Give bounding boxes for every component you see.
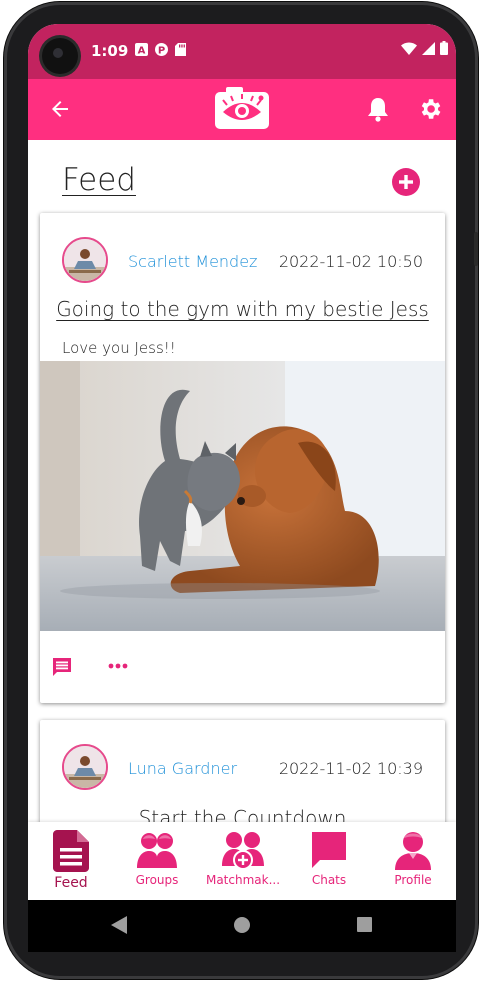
bell-icon[interactable] [367, 96, 389, 122]
gear-icon[interactable] [417, 96, 443, 122]
system-back-icon[interactable] [111, 916, 127, 934]
app-a-icon: A [135, 43, 148, 56]
more-horizontal-icon[interactable] [108, 662, 128, 670]
page-title: Feed [62, 162, 136, 198]
chat-bubble-icon [312, 832, 346, 868]
battery-icon [440, 41, 448, 55]
side-button [474, 232, 478, 266]
notification-icons: A P [135, 43, 186, 56]
group-icon [137, 833, 177, 868]
comment-icon[interactable] [51, 656, 73, 678]
post-body: Love you Jess!! [62, 339, 176, 357]
sd-card-icon [175, 43, 186, 56]
feed-content[interactable]: Feed Scarlett Mendez 2022-11-02 10:50 Go… [28, 140, 456, 822]
post-date: 2022-11-02 10:50 [278, 252, 423, 271]
arrow-left-icon[interactable] [48, 97, 72, 121]
nav-label-chats: Chats [311, 873, 347, 887]
post-author[interactable]: Scarlett Mendez [128, 252, 257, 271]
system-home-button[interactable] [234, 917, 250, 933]
svg-text:P: P [158, 46, 165, 57]
post-card[interactable]: Scarlett Mendez 2022-11-02 10:50 Going t… [40, 213, 445, 703]
plus-circle-icon[interactable] [392, 168, 420, 196]
app-bar [28, 79, 456, 140]
post-card[interactable]: Luna Gardner 2022-11-02 10:39 Start the … [40, 720, 445, 822]
nav-item-profile[interactable]: Profile [370, 830, 456, 896]
status-bar: 1:09 A P [28, 24, 456, 79]
system-status-icons [401, 41, 448, 55]
app-screen: 1:09 A P Feed Scarlett Mendez 2022-11-02… [28, 24, 456, 900]
matchmaking-icon [222, 832, 264, 870]
post-author[interactable]: Luna Gardner [128, 759, 237, 778]
nav-item-groups[interactable]: Groups [114, 830, 200, 896]
nav-item-feed[interactable]: Feed [28, 830, 114, 896]
status-time: 1:09 [91, 42, 129, 60]
post-title[interactable]: Start the Countdown [40, 806, 445, 822]
camera-eye-logo [215, 87, 269, 129]
front-camera [42, 38, 78, 74]
post-image[interactable] [40, 361, 445, 631]
post-title[interactable]: Going to the gym with my bestie Jess [40, 297, 445, 321]
nav-label-feed: Feed [54, 875, 88, 891]
document-icon [53, 830, 89, 872]
post-date: 2022-11-02 10:39 [278, 759, 423, 778]
profile-icon [395, 832, 431, 870]
avatar[interactable] [62, 237, 108, 283]
nav-item-matchmaking[interactable]: Matchmak... [200, 830, 286, 896]
system-navigation-bar [28, 900, 456, 952]
avatar[interactable] [62, 744, 108, 790]
nav-label-profile: Profile [394, 873, 432, 887]
svg-text:A: A [138, 46, 146, 57]
system-recents-button[interactable] [357, 917, 372, 932]
nav-label-groups: Groups [135, 873, 179, 887]
bottom-navigation: Feed Groups Matchmak... Chats Profile [28, 822, 456, 900]
signal-icon [422, 42, 435, 55]
nav-item-chats[interactable]: Chats [286, 830, 372, 896]
app-p-icon: P [155, 43, 168, 56]
nav-label-matchmaking: Matchmak... [205, 873, 281, 887]
wifi-icon [401, 42, 417, 55]
